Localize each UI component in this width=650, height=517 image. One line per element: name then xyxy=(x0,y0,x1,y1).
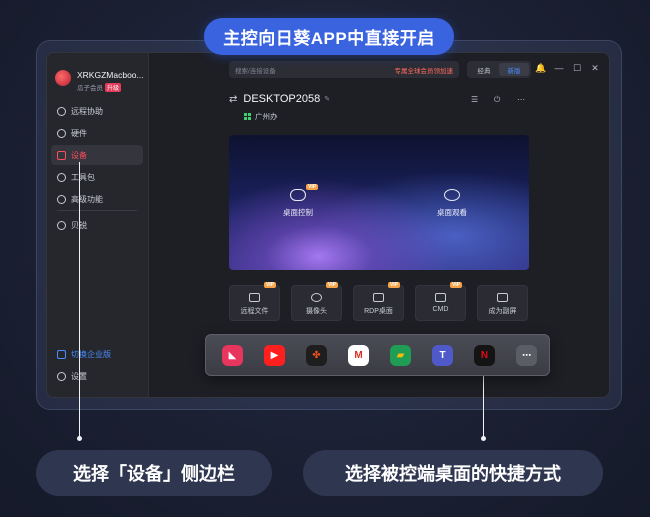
tab-classic[interactable]: 经典 xyxy=(469,63,499,76)
location-label: 广州办 xyxy=(255,112,278,121)
second-screen-icon xyxy=(497,293,508,302)
top-banner: 主控向日葵APP中直接开启 xyxy=(204,18,454,55)
minimize-button[interactable]: — xyxy=(553,63,565,73)
youtube-icon[interactable]: ▶ xyxy=(264,345,285,366)
eye-icon xyxy=(444,189,460,201)
desktop-control-label: 桌面控制 xyxy=(283,208,313,217)
upgrade-tag[interactable]: 升级 xyxy=(105,83,122,92)
callout-select-shortcut: 选择被控端桌面的快捷方式 xyxy=(303,450,603,496)
teams-icon[interactable]: T xyxy=(432,345,453,366)
sidebar-divider xyxy=(57,210,137,211)
power-icon[interactable]: ⏻ xyxy=(494,95,500,105)
terminal-icon xyxy=(435,293,446,302)
vip-badge: VIP xyxy=(325,282,338,288)
sidebar-item-hardware[interactable]: 硬件 xyxy=(51,123,143,143)
desktop-control-button[interactable]: VIP 桌面控制 xyxy=(263,184,333,218)
netflix-icon[interactable]: N xyxy=(474,345,495,366)
figma-icon[interactable]: ✤ xyxy=(306,345,327,366)
shortcut-rdp-desktop[interactable]: VIP RDP桌面 xyxy=(353,282,404,321)
settings-button[interactable]: 设置 xyxy=(51,367,143,385)
promo-link[interactable]: 专属全球会员领加速 xyxy=(395,65,454,75)
shortcut-label: RDP桌面 xyxy=(364,308,393,315)
vip-badge: VIP xyxy=(387,282,400,288)
search-input[interactable]: 搜索/连接设备 专属全球会员领加速 xyxy=(229,61,459,78)
sunlogin-app-icon[interactable]: ◣ xyxy=(222,345,243,366)
more-apps-icon[interactable]: ⋯ xyxy=(516,345,537,366)
shortcut-camera[interactable]: VIP 摄像头 xyxy=(291,282,342,321)
edit-icon[interactable]: ✎ xyxy=(324,95,330,103)
remote-control-icon xyxy=(290,189,306,201)
avatar[interactable] xyxy=(55,70,71,86)
desktop-preview: VIP 桌面控制 桌面观看 xyxy=(229,135,529,270)
callout-line-right xyxy=(483,372,484,438)
shortcut-label: 摄像头 xyxy=(306,308,327,315)
device-location: 广州办 xyxy=(244,111,278,122)
desktop-view-button[interactable]: 桌面观看 xyxy=(417,189,487,218)
sidebar-item-label: 工具包 xyxy=(71,172,95,182)
shortcut-cmd[interactable]: VIP CMD xyxy=(415,282,466,321)
windows-icon xyxy=(244,113,251,120)
list-icon[interactable]: ☰ xyxy=(471,95,478,104)
shortcut-second-screen[interactable]: 成为副屏 xyxy=(477,285,528,321)
advanced-icon xyxy=(57,194,66,204)
google-meet-icon[interactable]: ▰ xyxy=(390,345,411,366)
switch-enterprise-button[interactable]: 切换企业版 xyxy=(51,345,143,363)
search-placeholder: 搜索/连接设备 xyxy=(235,67,276,75)
close-button[interactable]: ✕ xyxy=(589,63,601,74)
switch-icon xyxy=(57,349,66,359)
rdp-icon xyxy=(373,293,384,302)
shortcut-label: 远程文件 xyxy=(240,308,269,315)
sidebar-item-label: 远程协助 xyxy=(71,106,103,116)
sidebar-item-label: 设备 xyxy=(71,150,87,160)
sidebar: XRKGZMacboo... 瓜子会员 升级 远程协助 硬件 设备 工具包 高级功… xyxy=(47,53,149,397)
shortcut-remote-files[interactable]: VIP 远程文件 xyxy=(229,282,280,321)
profile-membership: 瓜子会员 升级 xyxy=(77,82,122,92)
sidebar-item-advanced[interactable]: 高级功能 xyxy=(51,189,143,209)
vip-badge: VIP xyxy=(263,282,276,288)
gmail-icon[interactable]: M xyxy=(348,345,369,366)
more-icon[interactable]: ⋯ xyxy=(517,95,525,104)
profile[interactable]: XRKGZMacboo... 瓜子会员 升级 xyxy=(55,68,147,98)
callout-dot-right xyxy=(481,436,486,441)
vip-badge: VIP xyxy=(449,282,462,288)
sidebar-item-toolbox[interactable]: 工具包 xyxy=(51,167,143,187)
device-monitor-icon xyxy=(57,150,66,160)
mode-switch: 经典 新版 xyxy=(467,61,531,78)
app-dock: ◣ ▶ ✤ M ▰ T N ⋯ xyxy=(205,334,550,376)
sidebar-item-label: 硬件 xyxy=(71,128,87,138)
maximize-button[interactable]: ☐ xyxy=(571,63,583,74)
callout-dot-left xyxy=(77,436,82,441)
remote-assist-icon xyxy=(57,106,66,116)
sidebar-item-oray[interactable]: 贝锐 xyxy=(51,215,143,235)
bell-icon[interactable]: 🔔 xyxy=(535,63,547,74)
hardware-icon xyxy=(57,128,66,138)
gear-icon xyxy=(57,371,66,381)
sidebar-item-label: 高级功能 xyxy=(71,194,103,204)
swap-icon[interactable]: ⇄ xyxy=(229,94,237,105)
sidebar-item-remote-assist[interactable]: 远程协助 xyxy=(51,101,143,121)
desktop-view-label: 桌面观看 xyxy=(437,208,467,217)
profile-name: XRKGZMacboo... xyxy=(77,70,144,80)
callout-line-left xyxy=(79,162,80,438)
shortcut-label: CMD xyxy=(432,306,449,313)
shortcut-label: 成为副屏 xyxy=(488,308,517,315)
sidebar-item-devices[interactable]: 设备 xyxy=(51,145,143,165)
device-name: DESKTOP2058 xyxy=(243,93,321,105)
vip-badge: VIP xyxy=(306,184,319,190)
switch-enterprise-label: 切换企业版 xyxy=(71,349,111,359)
camera-icon xyxy=(311,293,322,302)
device-header: ⇄ DESKTOP2058 ✎ xyxy=(229,93,330,105)
callout-select-devices: 选择「设备」侧边栏 xyxy=(36,450,272,496)
membership-label: 瓜子会员 xyxy=(77,85,103,92)
tab-new[interactable]: 新版 xyxy=(499,63,529,76)
folder-icon xyxy=(249,293,260,302)
toolbox-icon xyxy=(57,172,66,182)
oray-icon xyxy=(57,220,66,230)
